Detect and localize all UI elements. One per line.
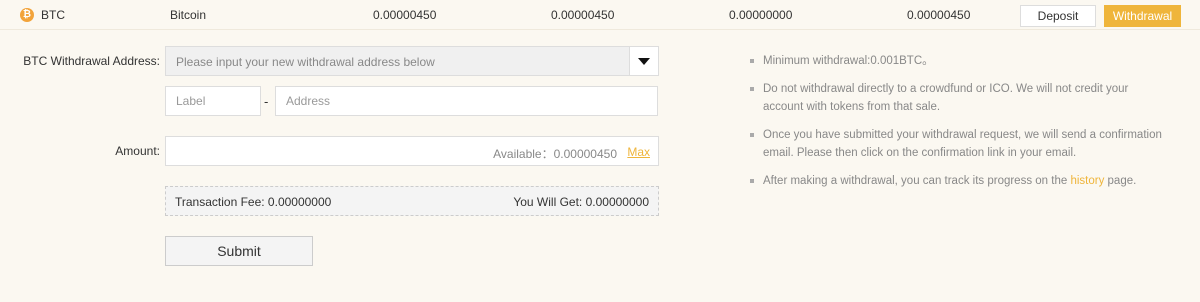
bitcoin-icon: ₿: [20, 8, 34, 22]
coin-frozen: 0.00000000: [729, 8, 793, 22]
withdrawal-notes: Minimum withdrawal:0.001BTC。 Do not with…: [750, 52, 1170, 200]
note-item: Do not withdrawal directly to a crowdfun…: [750, 80, 1170, 116]
address-input[interactable]: [275, 86, 658, 116]
bullet-icon: [750, 87, 754, 91]
bullet-icon: [750, 59, 754, 63]
note-item: Minimum withdrawal:0.001BTC。: [750, 52, 1170, 70]
address-select-placeholder: Please input your new withdrawal address…: [176, 55, 435, 69]
coin-available: 0.00000450: [551, 8, 615, 22]
fee-summary: Transaction Fee: 0.00000000 You Will Get…: [165, 186, 659, 216]
separator: -: [264, 94, 269, 109]
submit-button[interactable]: Submit: [165, 236, 313, 266]
label-input[interactable]: [165, 86, 261, 116]
dropdown-toggle[interactable]: [629, 47, 658, 75]
coin-value: 0.00000450: [907, 8, 971, 22]
available-amount: Available：0.00000450: [493, 147, 617, 161]
amount-input[interactable]: Available：0.00000450 Max: [165, 136, 659, 166]
transaction-fee: Transaction Fee: 0.00000000: [175, 195, 332, 209]
history-link[interactable]: history: [1070, 175, 1104, 187]
note-text: Once you have submitted your withdrawal …: [763, 129, 1162, 159]
bullet-icon: [750, 133, 754, 137]
note-text: Minimum withdrawal:0.001BTC。: [763, 55, 934, 67]
note-item: Once you have submitted your withdrawal …: [750, 126, 1170, 162]
address-label: BTC Withdrawal Address:: [23, 54, 160, 68]
max-link[interactable]: Max: [627, 145, 650, 159]
chevron-down-icon: [638, 58, 650, 65]
you-will-get: You Will Get: 0.00000000: [513, 195, 649, 209]
bullet-icon: [750, 179, 754, 183]
note-text-after: page.: [1104, 175, 1137, 187]
coin-symbol: BTC: [41, 8, 65, 22]
amount-label: Amount:: [115, 144, 160, 158]
withdrawal-button[interactable]: Withdrawal: [1104, 5, 1181, 27]
coin-row: ₿ BTC Bitcoin 0.00000450 0.00000450 0.00…: [0, 0, 1200, 30]
note-text-before: After making a withdrawal, you can track…: [763, 175, 1071, 187]
address-select[interactable]: Please input your new withdrawal address…: [165, 46, 659, 76]
note-text: Do not withdrawal directly to a crowdfun…: [763, 83, 1129, 113]
coin-name: Bitcoin: [170, 8, 207, 22]
note-item: After making a withdrawal, you can track…: [750, 172, 1170, 190]
deposit-button[interactable]: Deposit: [1020, 5, 1096, 27]
coin-total: 0.00000450: [373, 8, 437, 22]
